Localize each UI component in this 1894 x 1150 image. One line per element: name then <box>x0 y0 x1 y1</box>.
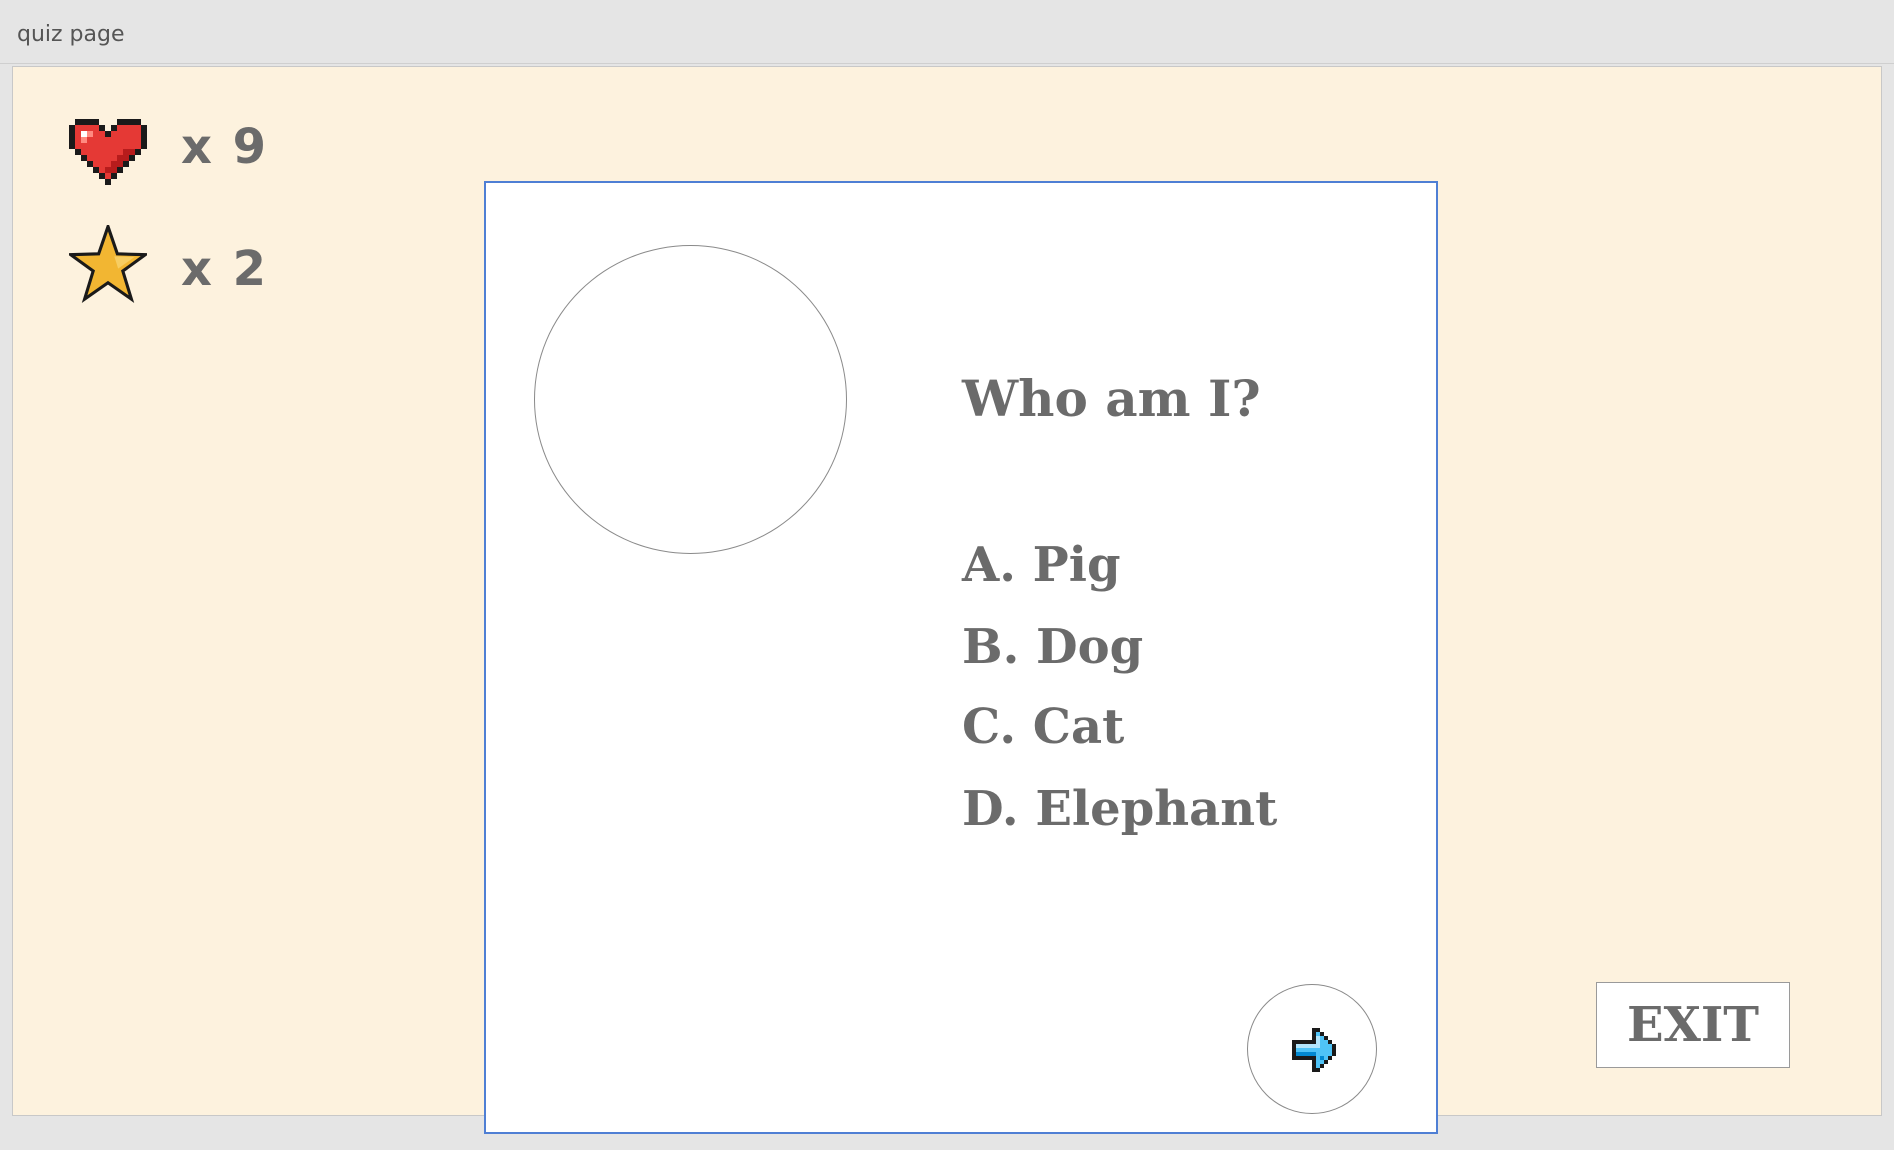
animal-picture-placeholder <box>534 245 847 554</box>
quiz-card: Who am I? A. Pig B. Dog C. Cat D. Elepha… <box>484 181 1438 1134</box>
star-icon <box>69 225 147 303</box>
arrow-right-icon <box>1292 1028 1336 1072</box>
window-title: quiz page <box>17 22 125 47</box>
heart-icon <box>69 119 147 185</box>
answer-option-d[interactable]: D. Elephant <box>962 781 1277 837</box>
next-question-button[interactable] <box>1247 984 1377 1114</box>
answer-option-c[interactable]: C. Cat <box>962 699 1124 755</box>
question-text: Who am I? <box>962 369 1261 428</box>
answer-option-b[interactable]: B. Dog <box>962 619 1143 675</box>
stars-count: x 2 <box>181 241 269 297</box>
answer-option-a[interactable]: A. Pig <box>962 537 1121 593</box>
hearts-count: x 9 <box>181 119 269 175</box>
quiz-stage: x 9 x 2 Who am I? A. Pig B. Dog C. Cat D… <box>12 66 1882 1134</box>
exit-button[interactable]: EXIT <box>1596 982 1790 1068</box>
window-titlebar: quiz page <box>0 0 1894 64</box>
